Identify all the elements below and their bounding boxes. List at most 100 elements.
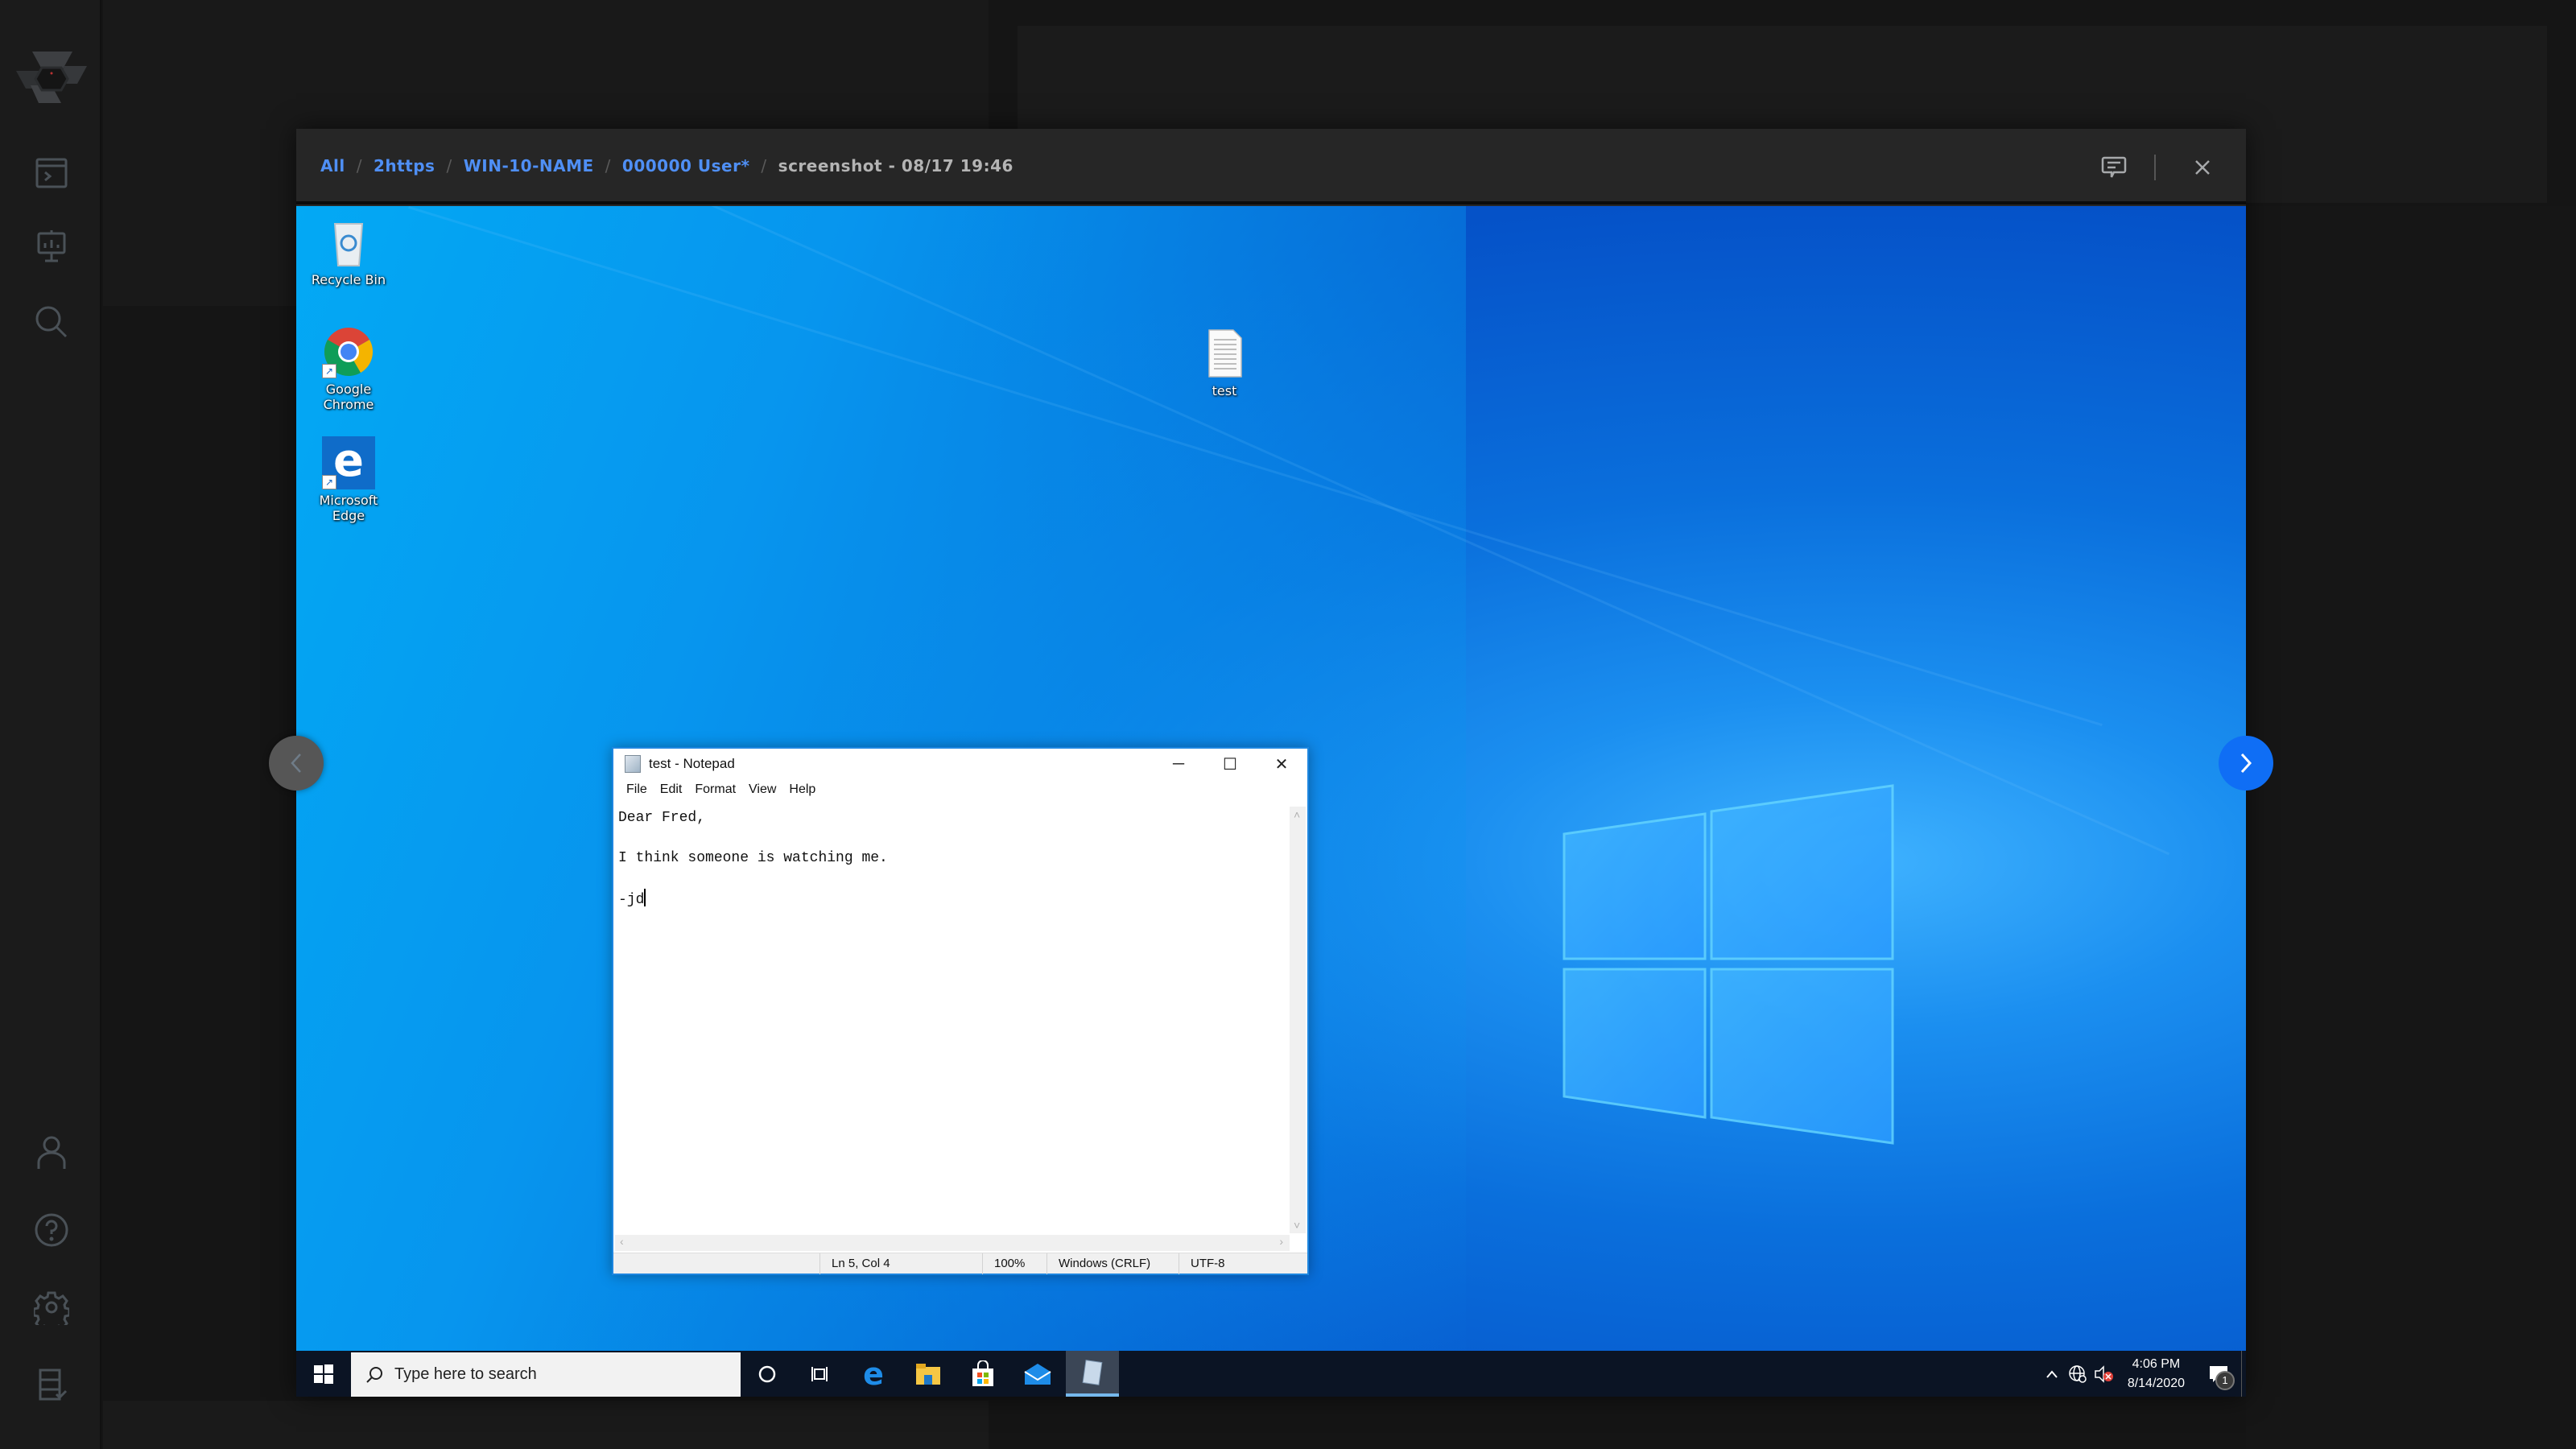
header-divider: [2154, 155, 2156, 180]
terminal-window-icon[interactable]: [31, 153, 72, 195]
screenshot-image: Recycle Bin ↗ Google Chrome e ↗ Microsof…: [296, 206, 2246, 1397]
windows-taskbar: Type here to search e 4:06 PM 8/14/2020 …: [296, 1351, 2246, 1397]
breadcrumb-separator: /: [761, 156, 767, 175]
next-screenshot-button[interactable]: [2219, 736, 2273, 791]
breadcrumb-link-user[interactable]: 000000 User*: [622, 156, 750, 175]
recycle-bin-icon: [322, 216, 375, 269]
breadcrumb-separator: /: [446, 156, 452, 175]
volume-muted-icon[interactable]: [2091, 1351, 2116, 1397]
edge-icon[interactable]: e: [847, 1351, 900, 1397]
task-view-icon[interactable]: [794, 1351, 847, 1397]
desktop-icon-label: Microsoft Edge: [319, 493, 378, 523]
close-icon: [2195, 160, 2210, 175]
window-controls: ─ ☐ ✕: [1153, 749, 1307, 779]
breadcrumb-link-all[interactable]: All: [320, 156, 345, 175]
breadcrumb-link-https[interactable]: 2https: [374, 156, 436, 175]
text-line: [618, 828, 1286, 848]
status-position: Ln 5, Col 4: [819, 1253, 982, 1274]
chevron-left-icon: [291, 753, 301, 773]
maximize-button[interactable]: ☐: [1204, 749, 1256, 779]
close-window-button[interactable]: ✕: [1256, 749, 1307, 779]
server-check-icon[interactable]: [31, 1364, 72, 1406]
start-button[interactable]: [296, 1351, 351, 1397]
desktop-icon-test-file[interactable]: test: [1180, 327, 1269, 398]
app-root: All / 2https / WIN-10-NAME / 000000 User…: [0, 0, 2576, 1449]
user-icon[interactable]: [31, 1132, 72, 1174]
notepad-title: test - Notepad: [649, 756, 735, 771]
minimize-button[interactable]: ─: [1153, 749, 1204, 779]
hexagon-logo[interactable]: [14, 47, 89, 108]
previous-screenshot-button[interactable]: [269, 736, 324, 791]
help-circle-icon[interactable]: [31, 1209, 72, 1251]
screenshot-viewer: All / 2https / WIN-10-NAME / 000000 User…: [296, 129, 2246, 1397]
notepad-menubar: File Edit Format View Help: [620, 782, 822, 797]
taskbar-clock[interactable]: 4:06 PM 8/14/2020: [2128, 1355, 2185, 1393]
clock-date: 8/14/2020: [2127, 1376, 2185, 1390]
desktop-icon-label: Google Chrome: [323, 382, 374, 412]
desktop-icon-chrome[interactable]: ↗ Google Chrome: [304, 325, 393, 412]
scroll-left-icon[interactable]: ‹: [620, 1235, 624, 1248]
desktop-icon-recycle-bin[interactable]: Recycle Bin: [304, 216, 393, 287]
action-center-button[interactable]: 1: [2196, 1351, 2241, 1397]
vertical-scrollbar[interactable]: ˄ ˅: [1290, 807, 1306, 1233]
notepad-taskbar-icon[interactable]: [1066, 1351, 1119, 1397]
breadcrumb-separator: /: [356, 156, 362, 175]
gear-icon[interactable]: [31, 1286, 72, 1328]
background-panel: [103, 1401, 989, 1449]
windows-logo-wallpaper: [1508, 753, 1983, 1172]
desktop-icon-label: test: [1212, 383, 1237, 398]
breadcrumb: All / 2https / WIN-10-NAME / 000000 User…: [320, 156, 1013, 175]
clock-time: 4:06 PM: [2132, 1356, 2181, 1371]
menu-file[interactable]: File: [620, 782, 654, 797]
chevron-up-icon[interactable]: [2039, 1351, 2065, 1397]
text-caret: [644, 889, 646, 906]
network-globe-icon[interactable]: [2065, 1351, 2091, 1397]
app-sidebar: [0, 0, 101, 1449]
breadcrumb-current: screenshot - 08/17 19:46: [778, 156, 1013, 175]
desktop-icon-edge[interactable]: e ↗ Microsoft Edge: [304, 436, 393, 524]
comment-button[interactable]: [2098, 151, 2130, 184]
text-line: [618, 869, 1286, 889]
light-beam: [408, 206, 2103, 727]
close-button[interactable]: [2186, 151, 2219, 184]
chevron-right-icon: [2240, 753, 2252, 774]
cortana-icon[interactable]: [741, 1351, 794, 1397]
menu-format[interactable]: Format: [688, 782, 742, 797]
show-desktop-button[interactable]: [2241, 1351, 2246, 1397]
system-tray: 4:06 PM 8/14/2020 1: [2039, 1351, 2246, 1397]
store-icon[interactable]: [956, 1351, 1009, 1397]
notepad-icon: [625, 755, 641, 773]
taskbar-search-box[interactable]: Type here to search: [351, 1352, 741, 1397]
comment-icon: [2101, 156, 2127, 178]
scroll-up-icon[interactable]: ˄: [1294, 808, 1300, 821]
desktop-icon-label: Recycle Bin: [311, 272, 386, 287]
scroll-down-icon[interactable]: ˅: [1294, 1219, 1300, 1232]
chart-board-icon[interactable]: [31, 225, 72, 267]
breadcrumb-link-host[interactable]: WIN-10-NAME: [464, 156, 594, 175]
mail-icon[interactable]: [1011, 1351, 1064, 1397]
notification-count-badge: 1: [2215, 1371, 2235, 1390]
viewer-header: All / 2https / WIN-10-NAME / 000000 User…: [296, 129, 2246, 204]
notepad-text-area[interactable]: Dear Fred, I think someone is watching m…: [615, 807, 1290, 1233]
status-encoding: UTF-8: [1179, 1253, 1307, 1274]
notepad-statusbar: Ln 5, Col 4 100% Windows (CRLF) UTF-8: [613, 1253, 1307, 1274]
windows-start-icon: [314, 1364, 333, 1384]
search-icon[interactable]: [31, 301, 72, 343]
horizontal-scrollbar[interactable]: ‹ ›: [615, 1235, 1290, 1251]
notepad-titlebar[interactable]: test - Notepad ─ ☐ ✕: [613, 749, 1307, 779]
header-actions: [2098, 151, 2219, 184]
text-line: -jd: [618, 889, 1286, 910]
file-explorer-icon[interactable]: [902, 1351, 955, 1397]
menu-view[interactable]: View: [742, 782, 782, 797]
search-icon: [366, 1366, 382, 1383]
status-zoom: 100%: [982, 1253, 1046, 1274]
menu-help[interactable]: Help: [782, 782, 822, 797]
text-line: I think someone is watching me.: [618, 850, 888, 866]
chrome-icon: ↗: [322, 325, 375, 378]
background-column: [2246, 206, 2576, 1449]
menu-edit[interactable]: Edit: [654, 782, 689, 797]
status-line-ending: Windows (CRLF): [1046, 1253, 1179, 1274]
text-line: Dear Fred,: [618, 810, 706, 826]
shortcut-arrow-icon: ↗: [322, 475, 336, 489]
scroll-right-icon[interactable]: ›: [1279, 1235, 1283, 1248]
